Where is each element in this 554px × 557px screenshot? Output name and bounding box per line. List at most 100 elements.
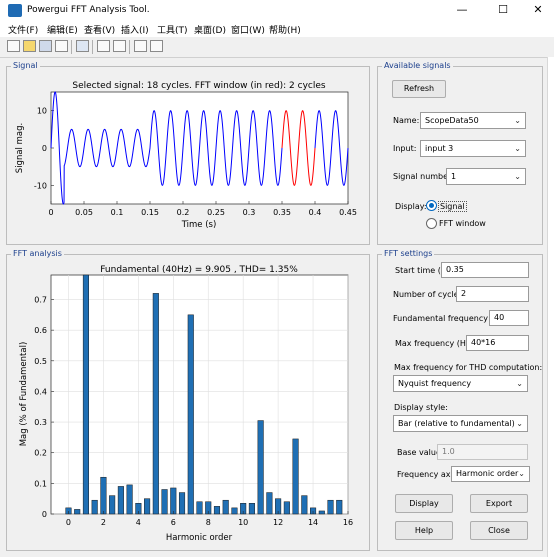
fft-plot-title: Fundamental (40Hz) = 9.905 , THD= 1.35% bbox=[100, 265, 298, 275]
base-value-field[interactable]: 1.0 bbox=[437, 444, 528, 460]
help-button[interactable]: Help bbox=[395, 521, 453, 540]
chevron-down-icon: ⌄ bbox=[514, 172, 521, 181]
signal-plot: Selected signal: 18 cycles. FFT window (… bbox=[15, 81, 357, 230]
signal-ytick-label: -10 bbox=[34, 181, 47, 190]
chevron-down-icon: ⌄ bbox=[516, 419, 523, 428]
signal-xtick-label: 0.25 bbox=[207, 208, 225, 217]
fft-xtick-label: 14 bbox=[308, 518, 318, 527]
fundamental-frequency-field[interactable]: 40 bbox=[489, 310, 529, 326]
export-button[interactable]: Export bbox=[470, 494, 528, 513]
link-plot-icon[interactable] bbox=[76, 40, 89, 52]
fft-bar bbox=[82, 274, 89, 515]
menu-insert[interactable]: 插入(I) bbox=[121, 23, 149, 36]
menu-view[interactable]: 查看(V) bbox=[84, 23, 115, 36]
signal-radio[interactable] bbox=[426, 200, 437, 211]
signal-xlabel: Time (s) bbox=[181, 220, 217, 230]
fft-bar bbox=[266, 492, 273, 515]
signal-xtick-label: 0.1 bbox=[111, 208, 124, 217]
fft-ytick-label: 0.6 bbox=[34, 326, 47, 335]
frequency-axis-value: Harmonic order bbox=[456, 469, 519, 478]
signal-number-select[interactable]: 1 ⌄ bbox=[446, 168, 526, 185]
fft-bar bbox=[91, 499, 98, 515]
fft-bar bbox=[222, 499, 229, 515]
input-select[interactable]: input 3 ⌄ bbox=[420, 140, 526, 157]
matlab-app-icon bbox=[8, 4, 22, 17]
display-style-value: Bar (relative to fundamental) bbox=[398, 419, 515, 428]
menu-edit[interactable]: 编辑(E) bbox=[47, 23, 78, 36]
menu-desktop[interactable]: 桌面(D) bbox=[194, 23, 226, 36]
menu-tools[interactable]: 工具(T) bbox=[157, 23, 188, 36]
fft-xtick-label: 12 bbox=[273, 518, 283, 527]
signal-xtick-label: 0.2 bbox=[177, 208, 190, 217]
number-of-cycles-field[interactable]: 2 bbox=[456, 286, 529, 302]
display-style-select[interactable]: Bar (relative to fundamental) ⌄ bbox=[393, 415, 528, 432]
thd-frequency-label: Max frequency for THD computation: bbox=[394, 363, 543, 372]
signal-ylabel: Signal mag. bbox=[15, 123, 25, 173]
display-button[interactable]: Display bbox=[395, 494, 453, 513]
fft-bar bbox=[327, 499, 334, 515]
menu-help[interactable]: 帮助(H) bbox=[269, 23, 301, 36]
name-label: Name: bbox=[393, 116, 420, 125]
menu-file[interactable]: 文件(F) bbox=[8, 23, 38, 36]
fft-xlabel: Harmonic order bbox=[166, 533, 233, 543]
display-label: Display: bbox=[395, 202, 427, 211]
fft-bar bbox=[283, 501, 290, 515]
new-file-icon[interactable] bbox=[7, 40, 20, 52]
fft-bar bbox=[117, 486, 124, 515]
fft-ytick-label: 0.5 bbox=[34, 357, 47, 366]
open-folder-icon[interactable] bbox=[23, 40, 36, 52]
signal-xtick-label: 0.3 bbox=[243, 208, 256, 217]
refresh-button[interactable]: Refresh bbox=[392, 80, 446, 98]
max-frequency-field[interactable]: 40*16 bbox=[466, 335, 529, 351]
show-plot-tools-icon[interactable] bbox=[150, 40, 163, 52]
thd-frequency-select[interactable]: Nyquist frequency ⌄ bbox=[393, 375, 528, 392]
fft-bar bbox=[100, 476, 107, 515]
fft-window-radio[interactable] bbox=[426, 218, 437, 229]
menu-window[interactable]: 窗口(W) bbox=[231, 23, 265, 36]
legend-icon[interactable] bbox=[113, 40, 126, 52]
fft-ytick-label: 0.7 bbox=[34, 296, 47, 305]
fft-bar bbox=[170, 487, 177, 515]
toolbar-separator bbox=[92, 40, 93, 54]
signal-xtick-label: 0.45 bbox=[339, 208, 357, 217]
fft-ytick-label: 0.4 bbox=[34, 387, 47, 396]
print-icon[interactable] bbox=[55, 40, 68, 52]
start-time-field[interactable]: 0.35 bbox=[441, 262, 529, 278]
fft-bar bbox=[196, 501, 203, 515]
fft-bar-chart: Fundamental (40Hz) = 9.905 , THD= 1.35% … bbox=[19, 265, 353, 543]
name-value: ScopeData50 bbox=[425, 116, 479, 125]
fft-ytick-label: 0 bbox=[42, 510, 47, 519]
signal-number-label: Signal number: bbox=[393, 172, 454, 181]
fft-xtick-label: 2 bbox=[101, 518, 106, 527]
fft-bar bbox=[318, 510, 325, 515]
maximize-button[interactable]: ☐ bbox=[488, 2, 518, 18]
radio-selected-dot bbox=[429, 203, 434, 208]
fft-ytick-label: 0.1 bbox=[34, 479, 47, 488]
minimize-button[interactable]: — bbox=[447, 2, 477, 18]
hide-plot-tools-icon[interactable] bbox=[134, 40, 147, 52]
name-select[interactable]: ScopeData50 ⌄ bbox=[420, 112, 526, 129]
signal-xtick-label: 0.15 bbox=[141, 208, 159, 217]
close-button[interactable]: Close bbox=[470, 521, 528, 540]
fft-bar bbox=[109, 495, 116, 515]
colorbar-icon[interactable] bbox=[97, 40, 110, 52]
frequency-axis-select[interactable]: Harmonic order ⌄ bbox=[451, 466, 530, 482]
fft-xtick-label: 16 bbox=[343, 518, 353, 527]
fft-bar bbox=[336, 499, 343, 515]
fft-bar bbox=[178, 492, 186, 515]
fft-bar bbox=[257, 420, 264, 515]
input-label: Input: bbox=[393, 144, 417, 153]
close-window-button[interactable]: ✕ bbox=[523, 2, 553, 18]
fft-bar bbox=[301, 495, 308, 515]
fft-ylabel: Mag (% of Fundamental) bbox=[19, 342, 29, 447]
signal-xtick-label: 0 bbox=[48, 208, 53, 217]
toolbar bbox=[0, 37, 554, 58]
fft-xtick-label: 8 bbox=[206, 518, 211, 527]
fft-bar bbox=[144, 498, 151, 515]
fft-window-radio-label: FFT window bbox=[439, 219, 486, 228]
chevron-down-icon: ⌄ bbox=[514, 144, 521, 153]
save-icon[interactable] bbox=[39, 40, 52, 52]
signal-ytick-label: 0 bbox=[42, 144, 47, 153]
chevron-down-icon: ⌄ bbox=[516, 379, 523, 388]
fft-bar bbox=[187, 314, 194, 515]
